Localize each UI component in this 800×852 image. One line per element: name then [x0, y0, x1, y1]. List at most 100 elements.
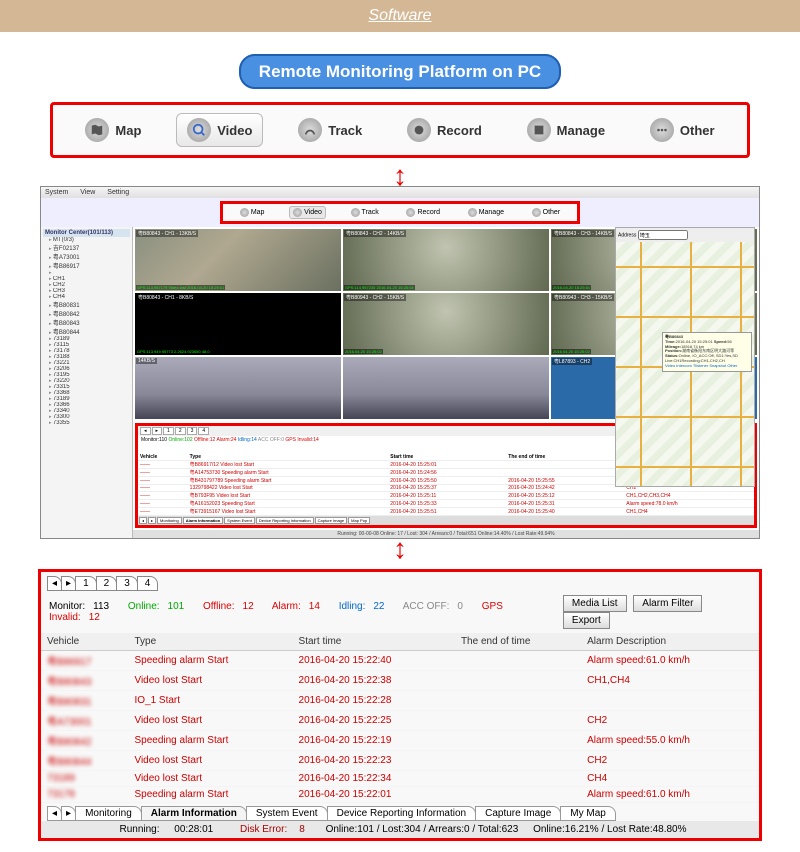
tab-my-map[interactable]: My Map	[560, 806, 616, 821]
media-list-button[interactable]: Media List	[563, 595, 627, 612]
tab-alarm-info[interactable]: Alarm Information	[141, 806, 247, 821]
track-icon	[298, 118, 322, 142]
table-row[interactable]: ——粤A16152023 Speeding Start2016-04-20 15…	[138, 500, 754, 508]
table-row[interactable]: 粤B80843Video lost Start2016-04-20 15:22:…	[41, 671, 759, 691]
alarm-table: Vehicle Type Start time The end of time …	[41, 633, 759, 803]
video-tile[interactable]: 粤B80843 - CH1 - 13KB/SGPS:113.957179 Vid…	[135, 229, 341, 291]
table-row[interactable]: 粤B80844Video lost Start2016-04-20 15:22:…	[41, 751, 759, 771]
nav-next[interactable]: ▸	[152, 427, 163, 435]
video-tile[interactable]: 14KB/S	[135, 357, 341, 419]
tree-item[interactable]: 73355	[43, 420, 130, 426]
alarm-detail-panel: ◂ ▸ 1 2 3 4 Monitor:113 Online:101 Offli…	[38, 569, 762, 841]
platform-title: Remote Monitoring Platform on PC	[239, 54, 561, 89]
nav-next[interactable]: ▸	[148, 517, 156, 524]
nav-next[interactable]: ▸	[61, 576, 76, 591]
menu-setting[interactable]: Setting	[107, 189, 129, 196]
tab-video[interactable]: Video	[176, 113, 263, 147]
tab-record[interactable]: Record	[397, 113, 492, 147]
accoff-count: ACC OFF:0	[403, 601, 471, 612]
app-window: System View Setting Map Video Track Reco…	[40, 186, 760, 539]
tree-item[interactable]: 粤B80842	[43, 309, 130, 318]
table-row[interactable]: ——粤E73915167 Video lost Start2016-04-20 …	[138, 508, 754, 516]
table-row[interactable]: 73189Video lost Start2016-04-20 15:22:34…	[41, 771, 759, 787]
tree-item[interactable]: 粤B86917	[43, 261, 130, 270]
manage-icon	[468, 208, 477, 217]
col-vehicle[interactable]: Vehicle	[41, 633, 128, 651]
record-icon	[406, 208, 415, 217]
col-desc[interactable]: Alarm Description	[581, 633, 759, 651]
video-tile[interactable]: 粤B80843 - CH2 - 14KB/SGPS:114.957230 201…	[343, 229, 549, 291]
idling-count: Idling:22	[339, 601, 393, 612]
platform-title-container: Remote Monitoring Platform on PC	[0, 62, 800, 82]
video-tile[interactable]	[343, 357, 549, 419]
tab-capture-image[interactable]: Capture Image	[475, 806, 561, 821]
tab-monitoring[interactable]: Monitoring	[75, 806, 142, 821]
menu-system[interactable]: System	[45, 189, 68, 196]
tab-map[interactable]: Map	[75, 113, 151, 147]
sidebar-title: Monitor Center(101/113)	[43, 229, 130, 237]
map-panel[interactable]: Address 粤B80843 Time:2016-04-20 15:25:01…	[615, 227, 755, 487]
rates: Online:16.21% / Lost Rate:48.80%	[533, 824, 686, 835]
mini-tab-video[interactable]: Video	[289, 206, 326, 219]
tree-item[interactable]: 吉F02137	[43, 243, 130, 252]
menu-view[interactable]: View	[80, 189, 95, 196]
tab-manage[interactable]: Manage	[517, 113, 615, 147]
table-row[interactable]: 73178Speeding alarm Start2016-04-20 15:2…	[41, 787, 759, 803]
tree-item[interactable]: 粤B80843	[43, 318, 130, 327]
other-icon	[650, 118, 674, 142]
table-row[interactable]: 粤A73001Video lost Start2016-04-20 15:22:…	[41, 711, 759, 731]
nav-prev[interactable]: ◂	[140, 427, 151, 435]
page-header: Software	[0, 0, 800, 32]
page-tab[interactable]: 4	[137, 576, 159, 591]
offline-count: Offline:12	[203, 601, 262, 612]
online-count: Online:101	[128, 601, 192, 612]
video-tile[interactable]: 粤B80943 - CH2 - 15KB/S2016.04.20 15:25:0…	[343, 293, 549, 355]
other-icon	[532, 208, 541, 217]
video-icon	[187, 118, 211, 142]
video-tile[interactable]: 粤B80843 - CH1 - 8KB/SGPS:113.949.95773 2…	[135, 293, 341, 355]
page-tab[interactable]: 3	[116, 576, 138, 591]
device-tree[interactable]: MT(0/3)吉F02137粤A73001粤B86917CH1CH2CH3CH4…	[43, 237, 130, 426]
tab-track[interactable]: Track	[288, 113, 372, 147]
tab-other[interactable]: Other	[640, 113, 725, 147]
counts: Online:101 / Lost:304 / Arrears:0 / Tota…	[326, 824, 519, 835]
address-input[interactable]	[638, 230, 688, 240]
col-start[interactable]: Start time	[293, 633, 455, 651]
page-tab[interactable]: 1	[75, 576, 97, 591]
bottom-tabs-small: ◂ ▸ Monitoring Alarm Information System …	[138, 516, 754, 525]
tab-device-reporting[interactable]: Device Reporting Information	[327, 806, 477, 821]
mini-tab-map[interactable]: Map	[237, 206, 268, 219]
nav-next[interactable]: ▸	[61, 806, 76, 821]
table-row[interactable]: ——粤B793F95 Video lost Start2016-04-20 15…	[138, 492, 754, 500]
tree-item[interactable]: 粤A73001	[43, 252, 130, 261]
video-icon	[293, 208, 302, 217]
detail-page-tabs: ◂ ▸ 1 2 3 4	[41, 572, 759, 593]
table-row[interactable]: 粤B80842Speeding alarm Start2016-04-20 15…	[41, 731, 759, 751]
nav-prev[interactable]: ◂	[139, 517, 147, 524]
nav-prev[interactable]: ◂	[47, 806, 62, 821]
export-button[interactable]: Export	[563, 612, 610, 629]
table-row[interactable]: 粤B80831IO_1 Start2016-04-20 15:22:28	[41, 691, 759, 711]
menubar: System View Setting	[41, 187, 759, 198]
tree-item[interactable]: 粤B80844	[43, 327, 130, 336]
app-status-bar: Running: 00-00-08 Online: 17 / Lost: 304…	[133, 530, 759, 538]
alarm-filter-button[interactable]: Alarm Filter	[633, 595, 702, 612]
arrow-down-icon: ↕	[0, 541, 800, 557]
mini-tab-record[interactable]: Record	[403, 206, 443, 219]
map-canvas[interactable]: 粤B80843 Time:2016-04-20 15:25:01 Speed:5…	[616, 242, 754, 487]
col-type[interactable]: Type	[128, 633, 292, 651]
nav-prev[interactable]: ◂	[47, 576, 62, 591]
table-row[interactable]: 粤B86917Speeding alarm Start2016-04-20 15…	[41, 651, 759, 671]
tree-item[interactable]: 粤B80831	[43, 300, 130, 309]
mini-tab-other[interactable]: Other	[529, 206, 564, 219]
manage-icon	[527, 118, 551, 142]
map-icon	[240, 208, 249, 217]
map-icon	[85, 118, 109, 142]
mini-tab-track[interactable]: Track	[348, 206, 382, 219]
col-end[interactable]: The end of time	[455, 633, 581, 651]
page-tab[interactable]: 2	[96, 576, 118, 591]
header-title: Software	[368, 7, 431, 25]
mini-tab-manage[interactable]: Manage	[465, 206, 507, 219]
device-sidebar: Monitor Center(101/113) MT(0/3)吉F02137粤A…	[41, 227, 133, 538]
tab-system-event[interactable]: System Event	[246, 806, 328, 821]
